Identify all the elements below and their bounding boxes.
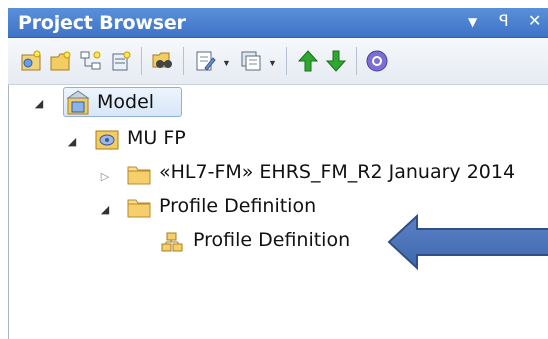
toolbar-separator <box>183 47 184 75</box>
callout-arrow-icon <box>387 213 548 271</box>
tree-node-profile-definition[interactable]: Profile Definition <box>9 225 389 257</box>
expand-toggle[interactable]: ◢ <box>66 135 78 148</box>
new-model-button[interactable] <box>18 48 44 74</box>
close-icon[interactable]: ✕ <box>528 11 541 30</box>
tree-node-model[interactable]: ◢ Model <box>9 87 548 119</box>
expand-toggle[interactable]: ◢ <box>99 203 111 216</box>
help-button[interactable] <box>364 48 390 74</box>
move-down-icon <box>325 50 347 72</box>
panel-title: Project Browser <box>18 12 186 34</box>
tree-node-label: Profile Definition <box>159 195 317 217</box>
profile-definition-icon <box>161 232 183 252</box>
expand-toggle[interactable]: ▷ <box>99 170 111 183</box>
new-model-icon <box>21 50 41 71</box>
new-diagram-icon <box>80 51 101 70</box>
toolbar-separator <box>141 47 142 75</box>
move-down-button[interactable] <box>323 48 349 74</box>
tree-node-hl7-package[interactable]: ▷ «HL7-FM» EHRS_FM_R2 January 2014 <box>9 157 548 189</box>
dropdown-icon[interactable]: ▼ <box>468 15 477 29</box>
panel-titlebar: Project Browser ▼ ꟼ ✕ <box>8 8 548 38</box>
find-icon <box>152 52 172 68</box>
folder-icon <box>127 166 151 185</box>
notes-icon <box>196 51 216 71</box>
tree-node-label: MU FP <box>127 127 186 149</box>
toolbar: ▼ ▼ <box>8 38 548 85</box>
folder-icon <box>127 199 151 218</box>
new-package-button[interactable] <box>48 48 74 74</box>
expand-toggle[interactable]: ◢ <box>33 97 45 110</box>
generate-button[interactable] <box>238 48 264 74</box>
help-icon <box>366 50 388 72</box>
pin-icon[interactable]: ꟼ <box>499 11 509 30</box>
tree-node-mu-fp[interactable]: ◢ MU FP <box>9 123 548 155</box>
view-package-icon <box>95 130 119 150</box>
notes-dropdown-icon[interactable]: ▼ <box>222 58 231 68</box>
move-up-button[interactable] <box>295 48 321 74</box>
new-element-button[interactable] <box>108 48 134 74</box>
tree-node-label: «HL7-FM» EHRS_FM_R2 January 2014 <box>159 161 516 183</box>
toolbar-separator <box>356 47 357 75</box>
new-element-icon <box>112 51 131 71</box>
find-button[interactable] <box>150 48 176 74</box>
move-up-icon <box>297 50 319 72</box>
notes-button[interactable] <box>192 48 218 74</box>
project-tree: ◢ Model ◢ MU FP ▷ «HL7-FM» EHRS_FM_R2 Ja… <box>8 85 548 339</box>
tree-node-label: Profile Definition <box>193 229 351 251</box>
new-package-icon <box>50 51 71 71</box>
generate-dropdown-icon[interactable]: ▼ <box>268 58 277 68</box>
model-root-icon <box>66 90 90 115</box>
toolbar-separator <box>286 47 287 75</box>
new-diagram-button[interactable] <box>78 48 104 74</box>
tree-node-label: Model <box>97 91 155 113</box>
generate-icon <box>241 51 261 71</box>
